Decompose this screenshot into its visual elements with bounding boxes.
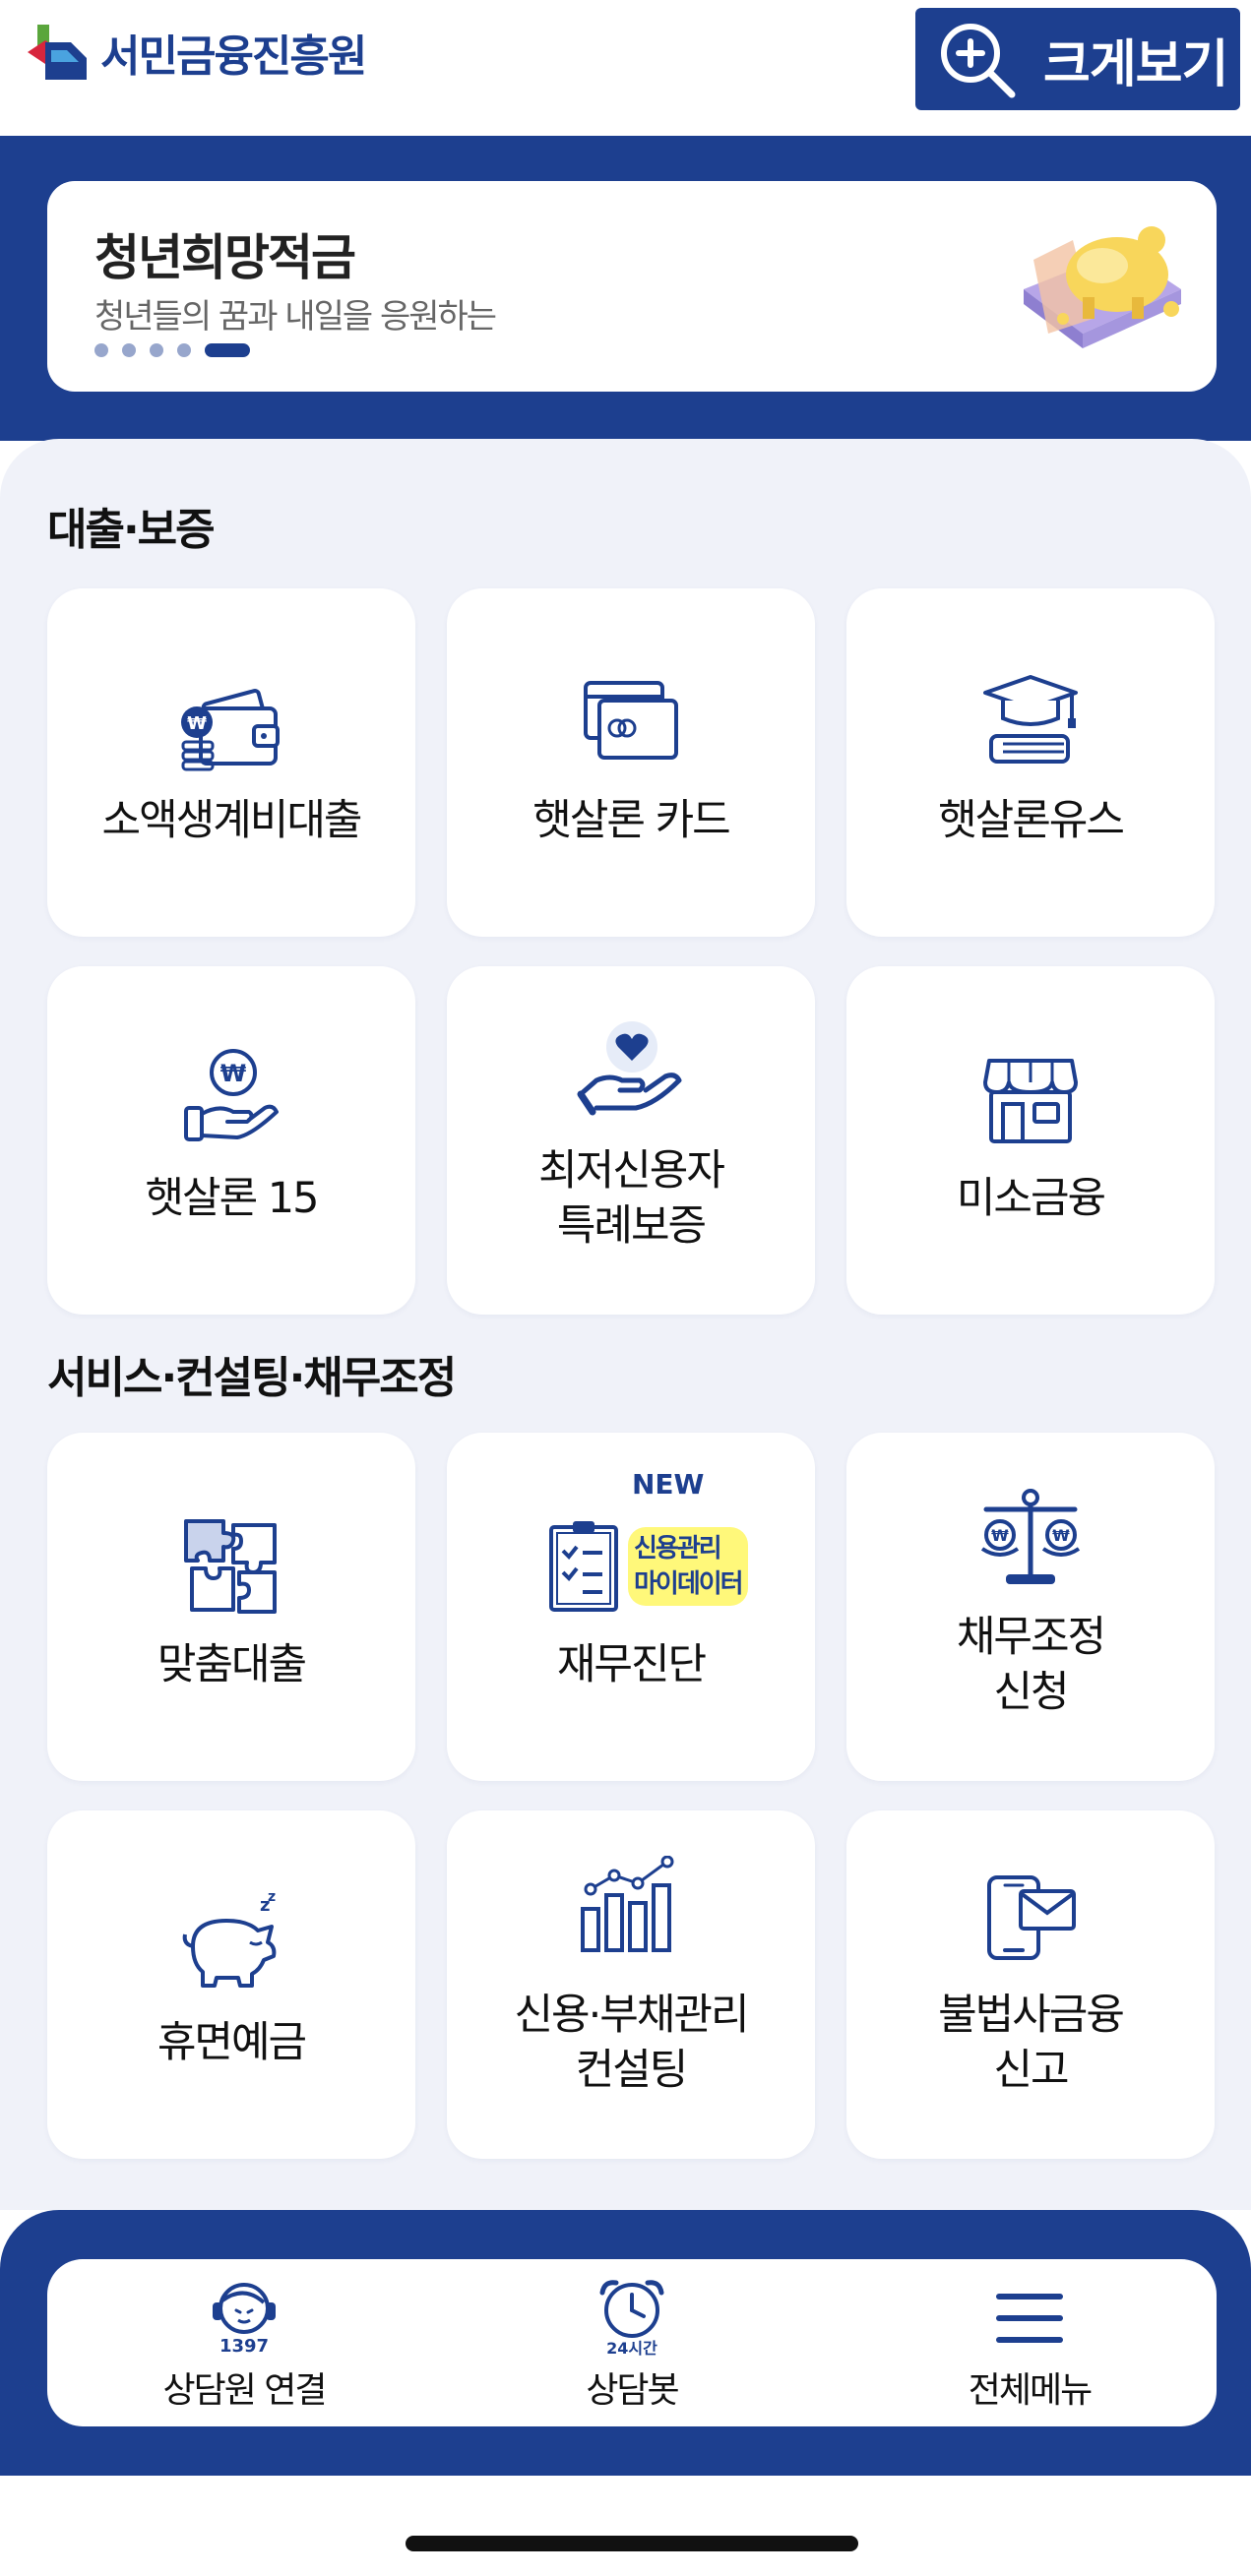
svg-text:₩: ₩	[991, 1526, 1009, 1545]
chatbot-hours: 24시간	[606, 2339, 657, 2356]
carousel-indicator	[94, 343, 250, 357]
hand-heart-icon	[577, 1021, 682, 1116]
svg-text:₩: ₩	[1052, 1526, 1070, 1545]
promo-banner[interactable]: 청년희망적금 청년들의 꿈과 내일을 응원하는	[47, 181, 1217, 392]
highlight-line1: 신용관리	[634, 1534, 722, 1564]
home-indicator[interactable]	[406, 2536, 858, 2551]
card-sunshine-loan-youth[interactable]: 햇살론유스	[846, 588, 1215, 937]
card-sunshine-loan-card[interactable]: 햇살론 카드	[447, 588, 815, 937]
headset-agent-icon: 1397	[213, 2283, 276, 2354]
app-header: 서민금융진흥원 크게보기	[0, 0, 1251, 136]
clipboard-check-icon	[549, 1521, 618, 1612]
card-label: 햇살론 카드	[532, 796, 730, 845]
alarm-clock-icon: 24시간	[599, 2280, 664, 2356]
nav-chatbot[interactable]: 24시간 상담봇	[474, 2259, 789, 2426]
graduation-cap-icon	[983, 675, 1078, 764]
hamburger-menu-icon	[996, 2294, 1063, 2343]
card-label: 채무조정	[956, 1613, 1106, 1662]
consultant-number: 1397	[219, 2336, 269, 2354]
carousel-dot[interactable]	[122, 343, 136, 357]
nav-label: 상담봇	[586, 2370, 679, 2411]
card-dormant-deposit[interactable]: z z 휴면예금	[47, 1810, 415, 2159]
banner-title: 청년희망적금	[94, 229, 356, 286]
logo-text: 서민금융진흥원	[100, 31, 367, 82]
section-title-loans: 대출·보증	[47, 505, 216, 555]
nav-full-menu[interactable]: 전체메뉴	[882, 2259, 1177, 2426]
card-label-line2: 컨설팅	[575, 2046, 689, 2095]
carousel-dot[interactable]	[150, 343, 163, 357]
carousel-dot[interactable]	[94, 343, 108, 357]
credit-card-icon	[584, 681, 678, 760]
card-label-line2: 신청	[993, 1668, 1069, 1717]
card-label: 휴면예금	[156, 2018, 307, 2067]
logo-mark-icon	[28, 25, 87, 80]
svg-text:₩: ₩	[220, 1060, 247, 1087]
card-label: 불법사금융	[938, 1991, 1125, 2040]
mydata-highlight: 신용관리 마이데이터	[628, 1527, 748, 1606]
bottom-nav: 1397 상담원 연결 24시간 상담봇 전체메뉴	[47, 2259, 1217, 2426]
card-label-line2: 신고	[993, 2046, 1069, 2095]
card-lowest-credit-guarantee[interactable]: 최저신용자 특례보증	[447, 966, 815, 1315]
bar-chart-icon	[581, 1856, 674, 1952]
card-custom-loan[interactable]: 맞춤대출	[47, 1433, 415, 1781]
nav-label: 상담원 연결	[162, 2370, 327, 2411]
main-content: 대출·보증 ₩ 소액생계비대출 햇살론 카드 햇살론유스 ₩ 햇살론 15 최저…	[0, 439, 1251, 2210]
card-financial-diagnosis[interactable]: NEW 신용관리 마이데이터 재무진단	[447, 1433, 815, 1781]
card-label: 소액생계비대출	[101, 796, 363, 845]
card-illegal-lending-report[interactable]: 불법사금융 신고	[846, 1810, 1215, 2159]
new-badge: NEW	[632, 1468, 705, 1501]
banner-subtitle: 청년들의 꿈과 내일을 응원하는	[94, 297, 497, 337]
card-label: 맞춤대출	[156, 1640, 307, 1689]
card-miso-finance[interactable]: 미소금융	[846, 966, 1215, 1315]
carousel-dot[interactable]	[177, 343, 191, 357]
svg-text:z: z	[268, 1891, 276, 1905]
card-sunshine-loan-15[interactable]: ₩ 햇살론 15	[47, 966, 415, 1315]
zoom-button[interactable]: 크게보기	[915, 8, 1240, 110]
card-label: 햇살론유스	[938, 796, 1125, 845]
hand-coin-icon: ₩	[184, 1049, 279, 1141]
piggy-bank-icon: z z	[182, 1891, 277, 1988]
card-label: 미소금융	[956, 1174, 1106, 1223]
zoom-label: 크게보기	[1043, 34, 1228, 94]
logo[interactable]: 서민금융진흥원	[28, 18, 367, 87]
card-small-living-loan[interactable]: ₩ 소액생계비대출	[47, 588, 415, 937]
nav-label: 전체메뉴	[968, 2370, 1093, 2411]
card-debt-adjustment[interactable]: ₩ ₩ 채무조정 신청	[846, 1433, 1215, 1781]
piggy-bank-illustration	[1024, 226, 1181, 348]
scale-icon: ₩ ₩	[980, 1489, 1081, 1584]
card-label: 최저신용자	[538, 1146, 725, 1196]
puzzle-icon	[184, 1519, 277, 1614]
card-label-line2: 특례보증	[556, 1201, 707, 1251]
wallet-coins-icon: ₩	[181, 689, 280, 771]
card-credit-debt-consulting[interactable]: 신용·부채관리 컨설팅	[447, 1810, 815, 2159]
card-label: 햇살론 15	[145, 1174, 319, 1223]
phone-mail-icon	[987, 1875, 1076, 1960]
card-label: 신용·부채관리	[514, 1991, 749, 2040]
card-label: 재무진단	[556, 1640, 707, 1689]
highlight-line2: 마이데이터	[634, 1569, 744, 1599]
store-icon	[983, 1059, 1078, 1143]
section-title-services: 서비스·컨설팅·채무조정	[47, 1353, 457, 1403]
carousel-dot-active[interactable]	[205, 343, 250, 357]
svg-text:₩: ₩	[187, 713, 207, 734]
zoom-in-icon	[941, 24, 1016, 98]
nav-consultant[interactable]: 1397 상담원 연결	[87, 2259, 402, 2426]
